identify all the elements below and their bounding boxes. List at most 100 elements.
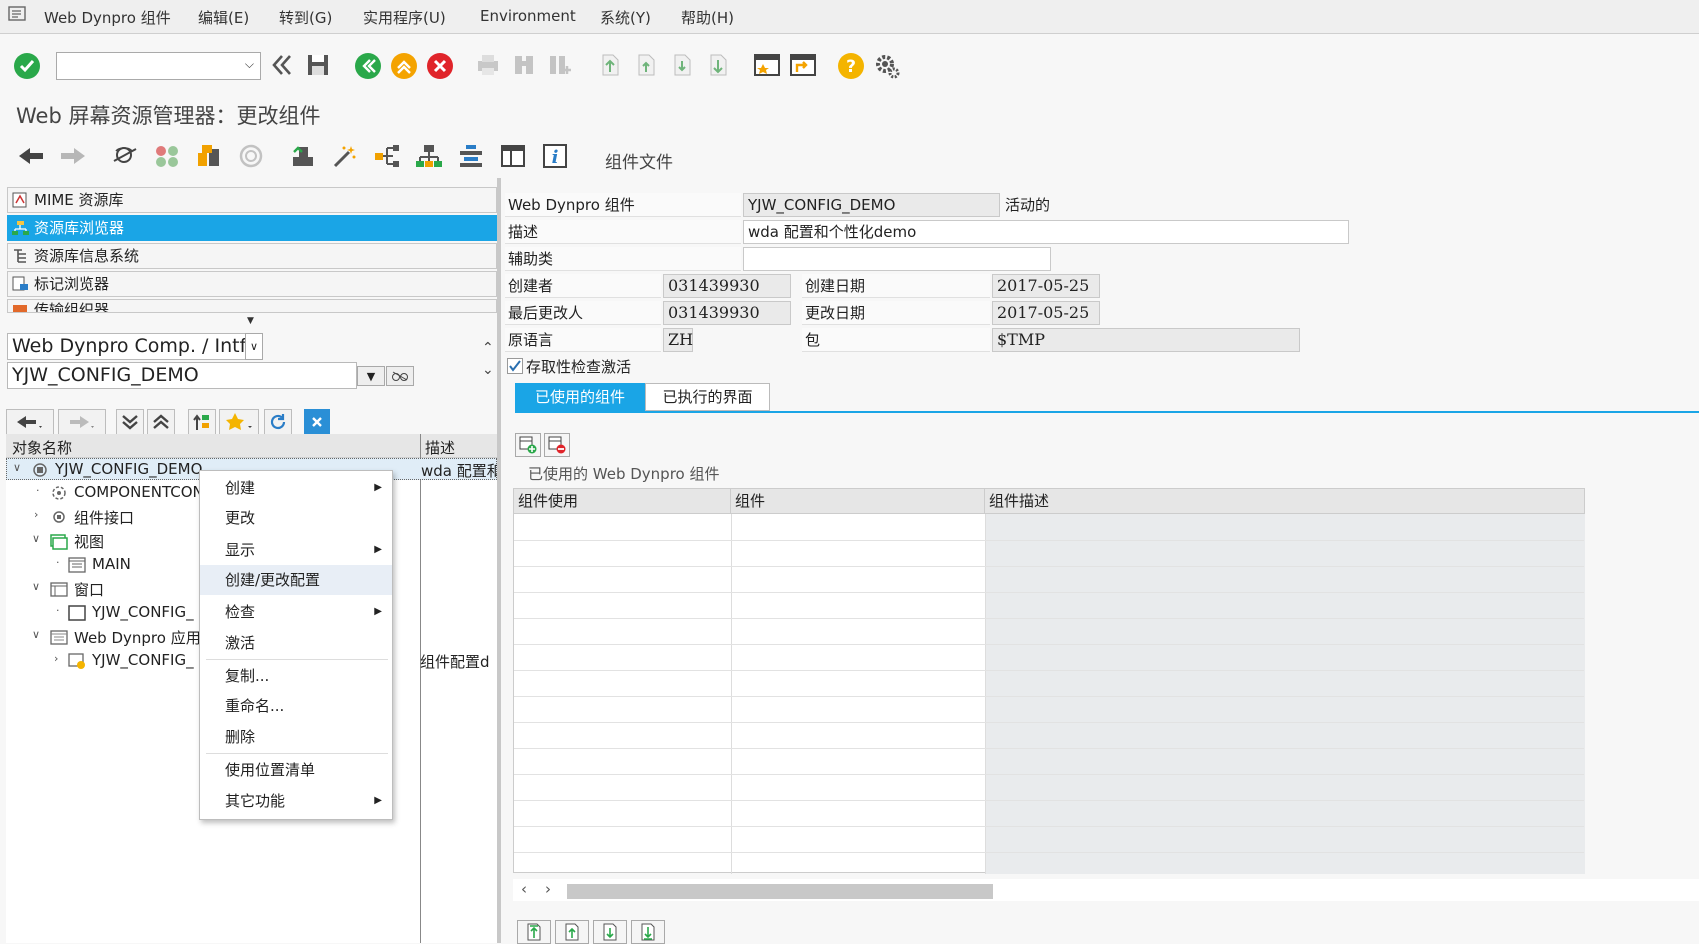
context-menu-other-functions[interactable]: 其它功能 ▶ (200, 786, 392, 816)
display-glasses-icon[interactable] (386, 366, 414, 386)
nav-mime-repository[interactable]: MIME 资源库 (7, 187, 497, 213)
component-documentation-label[interactable]: 组件文件 (605, 148, 673, 173)
windows-icon (50, 582, 68, 597)
cancel-icon[interactable] (425, 51, 455, 81)
component-field[interactable]: YJW_CONFIG_DEMO (743, 193, 1000, 217)
menu-edit[interactable]: 编辑(E) (198, 7, 249, 28)
context-menu-copy[interactable]: 复制... (200, 661, 392, 691)
next-page-icon[interactable] (593, 920, 627, 944)
used-components-table: 组件使用 组件 组件描述 (513, 488, 1585, 874)
delete-row-icon[interactable] (544, 433, 570, 457)
chevron-down-icon[interactable]: ∨ (32, 628, 40, 641)
generate-shortcut-icon[interactable] (788, 51, 818, 79)
chevron-down-icon[interactable]: ∨ (13, 461, 21, 474)
context-menu-check[interactable]: 检查 ▶ (200, 597, 392, 627)
command-field[interactable]: ⌵ (56, 52, 261, 80)
scroll-right-icon[interactable]: › (545, 880, 551, 898)
column-divider[interactable] (420, 434, 421, 943)
menu-utilities[interactable]: 实用程序(U) (363, 7, 446, 28)
pane-splitter[interactable] (497, 178, 501, 943)
package-field[interactable]: $TMP (992, 328, 1300, 352)
menu-web-dynpro-component[interactable]: Web Dynpro 组件 (44, 7, 171, 28)
where-used-icon[interactable] (288, 143, 318, 169)
context-menu-activate[interactable]: 激活 (200, 628, 392, 658)
context-menu-create-change-configuration[interactable]: 创建/更改配置 (200, 565, 392, 595)
menu-environment[interactable]: Environment (480, 7, 576, 25)
horizontal-scrollbar[interactable]: ‹ › (513, 879, 1699, 901)
layout-icon[interactable] (498, 143, 528, 169)
enter-check-icon[interactable] (12, 51, 42, 81)
object-type-dropdown-icon[interactable]: ∨ (245, 333, 263, 360)
column-component[interactable]: 组件 (731, 489, 985, 514)
save-icon[interactable] (304, 51, 332, 79)
scroll-up-icon[interactable]: ⌃ (482, 340, 494, 356)
tab-implemented-interfaces[interactable]: 已执行的界面 (645, 383, 770, 411)
chevron-down-icon[interactable]: ∨ (32, 580, 40, 593)
context-menu-create[interactable]: 创建 ▶ (200, 473, 392, 503)
object-name-dropdown-icon[interactable]: ▼ (357, 366, 385, 386)
grid-row-line (514, 592, 1584, 593)
column-component-use[interactable]: 组件使用 (514, 489, 731, 514)
context-menu-rename[interactable]: 重命名... (200, 691, 392, 721)
wizard-icon[interactable] (330, 143, 360, 169)
column-object-name[interactable]: 对象名称 (12, 437, 72, 458)
tree-row-desc: wda 配置和 (421, 462, 502, 480)
tab-used-components[interactable]: 已使用的组件 (515, 383, 645, 411)
chevron-right-icon[interactable]: › (54, 652, 58, 665)
scroll-down-icon[interactable]: ⌄ (482, 362, 494, 378)
created-by-label: 创建者 (505, 274, 661, 298)
exit-icon[interactable] (389, 51, 419, 81)
object-type-select[interactable]: Web Dynpro Comp. / Intf. (7, 333, 252, 360)
hierarchy-icon[interactable] (372, 143, 402, 169)
info-icon[interactable]: i (540, 143, 570, 169)
chevron-down-icon[interactable]: ∨ (32, 532, 40, 545)
settings-gear-icon[interactable] (872, 51, 902, 81)
column-component-description[interactable]: 组件描述 (985, 489, 1585, 514)
scrollbar-thumb[interactable] (567, 884, 993, 899)
menu-help[interactable]: 帮助(H) (681, 7, 734, 28)
help-icon[interactable]: ? (836, 51, 866, 81)
nav-transport-organizer[interactable]: 传输组织器 (7, 299, 497, 313)
tree-back-icon[interactable] (6, 409, 54, 435)
column-description[interactable]: 描述 (425, 437, 455, 458)
previous-page-icon[interactable] (555, 920, 589, 944)
nav-tag-browser[interactable]: 标记浏览器 (7, 271, 497, 297)
menu-system[interactable]: 系统(Y) (600, 7, 651, 28)
context-menu-where-used[interactable]: 使用位置清单 (200, 755, 392, 785)
back-icon[interactable] (353, 51, 383, 81)
other-object-icon[interactable] (152, 143, 182, 169)
description-field[interactable]: wda 配置和个性化demo (743, 220, 1349, 244)
insert-row-icon[interactable] (515, 433, 541, 457)
nav-repository-browser[interactable]: 资源库浏览器 (7, 215, 497, 241)
nav-repository-info-system[interactable]: 资源库信息系统 (7, 243, 497, 269)
favorites-star-icon[interactable] (219, 409, 259, 435)
nav-expand-icon[interactable]: ▼ (247, 316, 254, 326)
create-session-icon[interactable] (752, 51, 782, 79)
object-name-input[interactable]: YJW_CONFIG_DEMO (7, 362, 357, 389)
chevron-right-icon[interactable]: › (34, 508, 38, 521)
refresh-icon[interactable] (264, 409, 292, 435)
sort-icon[interactable] (188, 409, 216, 435)
object-tree-icon[interactable] (414, 143, 444, 169)
menu-icon[interactable] (8, 6, 28, 22)
chevron-down-icon[interactable]: ⌵ (245, 57, 254, 72)
menu-goto[interactable]: 转到(G) (279, 7, 332, 28)
double-left-chevron-icon[interactable] (268, 51, 296, 79)
accessibility-checkbox[interactable] (507, 358, 523, 374)
close-tree-icon[interactable] (304, 409, 330, 435)
center-align-icon[interactable] (456, 143, 486, 169)
check-object-icon[interactable] (194, 143, 224, 169)
scroll-left-icon[interactable]: ‹ (521, 880, 527, 898)
context-menu-change[interactable]: 更改 (200, 503, 392, 533)
context-menu-delete[interactable]: 删除 (200, 722, 392, 752)
tree-row-desc: 组件配置d (420, 653, 490, 671)
grid-row-line (514, 800, 1584, 801)
back-arrow-icon[interactable] (16, 144, 46, 168)
collapse-all-icon[interactable] (147, 409, 175, 435)
first-page-icon[interactable] (517, 920, 551, 944)
expand-all-icon[interactable] (116, 409, 144, 435)
context-menu-display[interactable]: 显示 ▶ (200, 535, 392, 565)
last-page-icon[interactable] (631, 920, 665, 944)
display-change-icon[interactable] (110, 143, 140, 169)
assistance-class-field[interactable] (743, 247, 1051, 271)
